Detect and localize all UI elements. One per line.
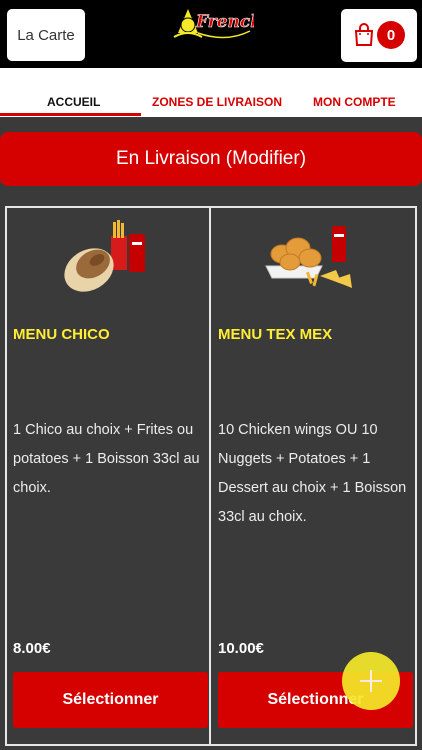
floating-add-button[interactable] <box>342 652 400 710</box>
delivery-mode-button[interactable]: En Livraison (Modifier) <box>0 132 422 186</box>
svg-text:French.: French. <box>195 12 254 32</box>
plus-icon <box>360 670 382 692</box>
product-description: 1 Chico au choix + Frites ou potatoes + … <box>13 422 200 496</box>
tab-zones-de-livraison[interactable]: ZONES DE LIVRAISON <box>152 95 282 109</box>
french-logo: French. <box>173 9 254 39</box>
nav-tabs: ACCUEIL ZONES DE LIVRAISON MON COMPTE <box>0 68 422 117</box>
product-title: MENU TEX MEX <box>218 326 333 343</box>
tab-accueil[interactable]: ACCUEIL <box>47 95 100 109</box>
product-title: MENU CHICO <box>13 326 110 343</box>
tab-mon-compte[interactable]: MON COMPTE <box>313 95 396 109</box>
product-price: 8.00€ <box>13 640 51 657</box>
la-carte-button[interactable]: La Carte <box>7 9 85 61</box>
select-button[interactable]: Sélectionner <box>13 672 208 728</box>
product-price: 10.00€ <box>218 640 264 657</box>
cart-count-badge: 0 <box>377 21 405 49</box>
menu-tex-mex-image <box>265 226 352 288</box>
menu-chico-image <box>64 220 145 292</box>
product-description: 10 Chicken wings OU 10 Nuggets + Potatoe… <box>218 422 407 525</box>
cart-button[interactable]: 0 <box>341 9 417 62</box>
active-tab-indicator <box>0 113 141 116</box>
product-card-menu-chico: MENU CHICO 1 Chico au choix + Frites ou … <box>7 208 210 744</box>
top-bar: La Carte French. 0 <box>0 0 422 68</box>
shopping-bag-icon <box>354 23 374 46</box>
